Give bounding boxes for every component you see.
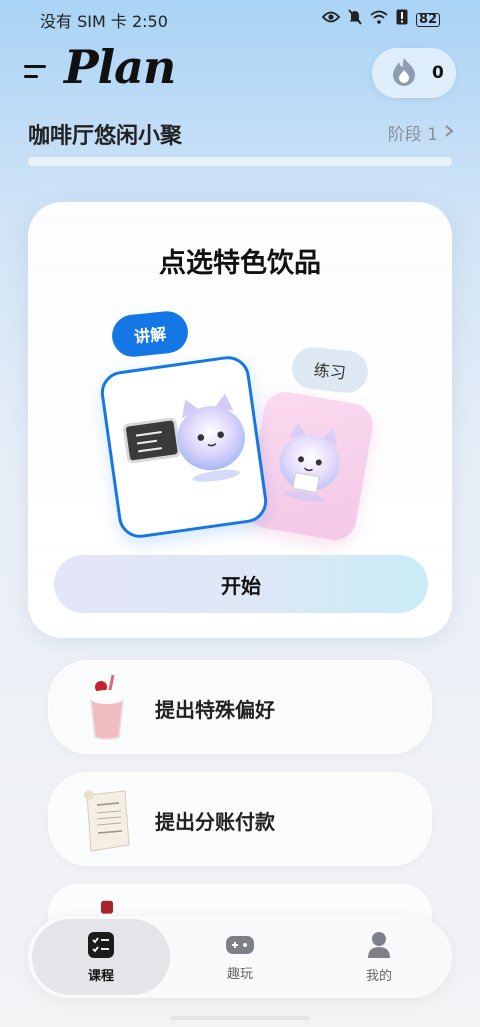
stage-label: 阶段 1 — [387, 125, 438, 145]
status-time: 没有 SIM 卡 2:50 — [40, 12, 168, 31]
tab-label: 课程 — [87, 968, 114, 984]
mute-bell-icon — [348, 9, 362, 30]
alert-icon — [396, 9, 408, 30]
tab-courses[interactable]: 课程 — [32, 919, 170, 995]
lesson-progress-bar — [28, 157, 452, 166]
home-indicator[interactable] — [170, 1016, 310, 1020]
start-button[interactable]: 开始 — [54, 555, 428, 613]
status-icons: 82 — [321, 9, 440, 30]
practice-card[interactable] — [243, 388, 377, 544]
receipt-icon — [84, 790, 130, 852]
flame-icon — [388, 55, 420, 91]
status-bar: 没有 SIM 卡 2:50 82 — [0, 0, 480, 36]
activity-title: 点选特色饮品 — [159, 248, 321, 279]
streak-count: 0 — [432, 63, 444, 83]
mascot-explain-icon — [177, 393, 245, 482]
activity-card: 点选特色饮品 讲解 练习 开始 — [28, 202, 452, 638]
explain-tag: 讲解 — [110, 309, 190, 359]
explain-card[interactable] — [98, 353, 270, 541]
gamepad-icon — [226, 935, 254, 954]
wifi-icon — [370, 10, 388, 29]
app-logo: Plan — [64, 40, 176, 94]
lesson-title: 咖啡厅悠闲小聚 — [28, 124, 183, 149]
tab-label: 趣玩 — [226, 966, 253, 982]
milkshake-icon — [89, 674, 125, 740]
list-item-split-bill[interactable]: 提出分账付款 — [48, 772, 432, 866]
menu-icon[interactable] — [24, 62, 52, 84]
chevron-right-icon — [444, 123, 454, 143]
mascot-practice-icon — [279, 422, 340, 502]
stage-selector[interactable]: 阶段 1 — [388, 120, 454, 145]
person-icon — [368, 931, 390, 958]
list-item-label: 提出特殊偏好 — [155, 697, 275, 722]
checklist-icon — [88, 931, 114, 958]
battery-indicator: 82 — [416, 12, 440, 27]
tab-label: 我的 — [365, 968, 392, 984]
list-item-special-preference[interactable]: 提出特殊偏好 — [48, 660, 432, 754]
eye-icon — [321, 10, 341, 29]
practice-tag: 练习 — [290, 345, 370, 395]
streak-button[interactable]: 0 — [372, 48, 456, 98]
bottom-nav: 课程 趣玩 我的 — [28, 916, 452, 998]
tab-profile[interactable]: 我的 — [310, 916, 448, 998]
tab-play[interactable]: 趣玩 — [171, 916, 309, 998]
list-item-label: 提出分账付款 — [155, 809, 275, 834]
